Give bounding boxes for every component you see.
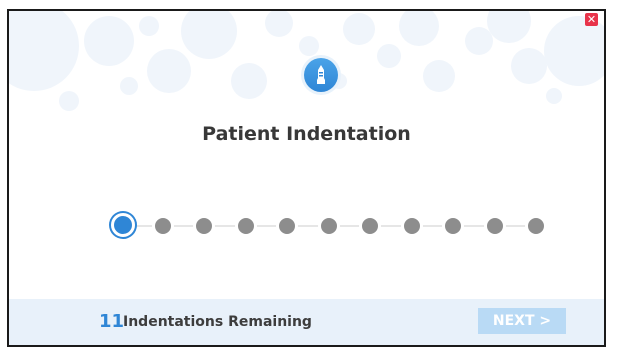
step-dot <box>442 215 464 237</box>
step-dot <box>525 215 547 237</box>
step-dot <box>193 215 215 237</box>
probe-icon <box>301 55 341 95</box>
step-dot <box>400 215 423 237</box>
step-dot <box>234 215 257 237</box>
step-current <box>111 213 135 237</box>
step-dot <box>359 215 381 237</box>
dialog-footer: 11 Indentations Remaining NEXT > <box>9 299 604 345</box>
next-button[interactable]: NEXT > <box>478 308 566 334</box>
remaining-label: Indentations Remaining <box>123 314 312 330</box>
remaining-count: 11 <box>99 311 125 332</box>
close-icon[interactable]: ✕ <box>585 13 598 26</box>
progress-steps <box>105 211 547 241</box>
step-dot <box>276 215 298 237</box>
indentation-dialog: ✕ Patient Indentation 11 Indentations Re… <box>7 9 606 347</box>
step-dot <box>483 215 506 237</box>
dialog-title: Patient Indentation <box>202 123 411 145</box>
step-dot <box>317 215 340 237</box>
step-dot <box>151 215 174 237</box>
